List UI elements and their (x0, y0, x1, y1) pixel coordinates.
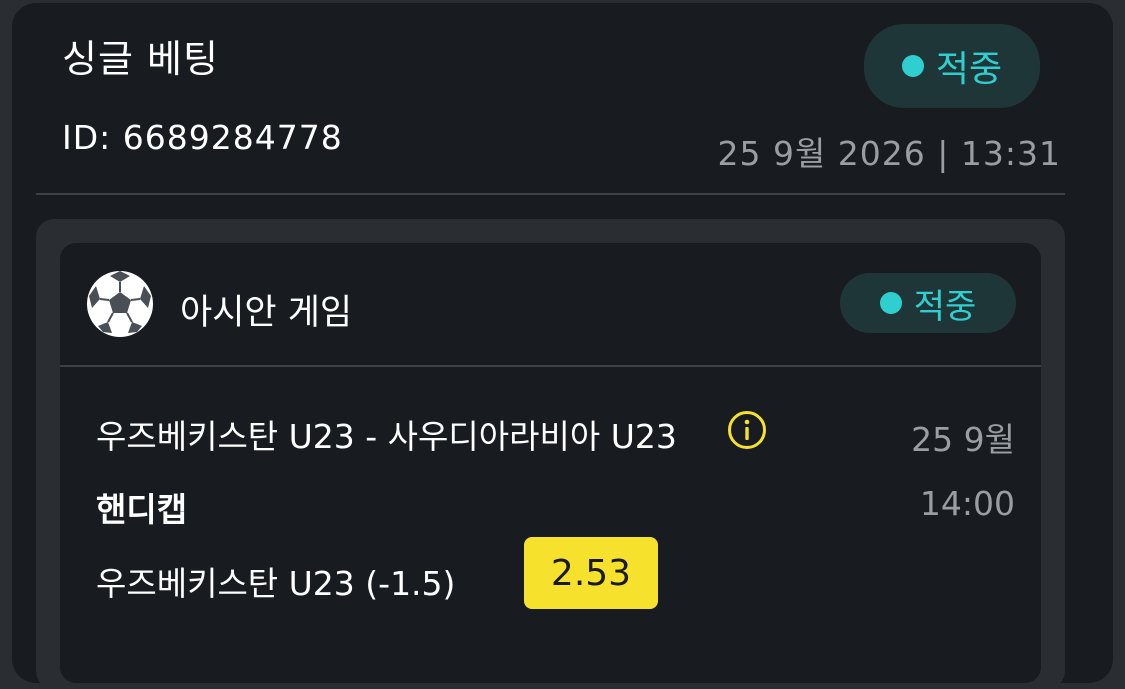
bet-id: ID: 6689284778 (62, 118, 343, 157)
match-date: 25 9월 (911, 420, 1015, 459)
match-time: 14:00 (919, 484, 1015, 523)
soccer-ball-icon (87, 271, 153, 337)
game-divider (60, 365, 1041, 367)
odds-badge: 2.53 (524, 537, 658, 609)
selection-name: 우즈베키스탄 U23 (-1.5) (96, 564, 456, 603)
status-dot-icon (901, 55, 924, 77)
bet-status-badge: 적중 (864, 24, 1040, 108)
game-category-name: 아시안 게임 (180, 293, 353, 333)
game-status-label: 적중 (913, 286, 977, 327)
bet-type-title: 싱글 베팅 (62, 37, 219, 81)
header-divider (36, 193, 1065, 195)
market-name: 핸디캡 (96, 490, 188, 529)
status-dot-icon (879, 292, 902, 314)
bet-status-label: 적중 (935, 49, 1003, 90)
bet-datetime: 25 9월 2026 | 13:31 (717, 134, 1061, 173)
info-icon[interactable] (727, 410, 767, 450)
game-status-badge: 적중 (840, 273, 1016, 333)
match-name: 우즈베키스탄 U23 - 사우디아라비아 U23 (96, 417, 677, 456)
